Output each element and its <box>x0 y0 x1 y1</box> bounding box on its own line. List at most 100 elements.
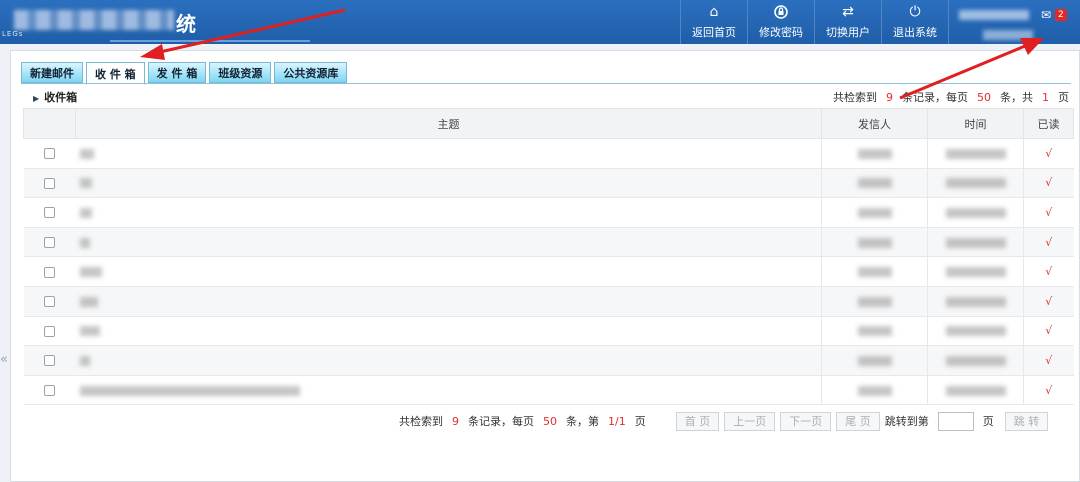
blurred-user-detail <box>983 30 1033 40</box>
summary-pages: 1 <box>1042 91 1049 104</box>
system-title-char: 统 <box>176 12 196 36</box>
tab-outbox[interactable]: 发 件 箱 <box>147 62 207 83</box>
table-header-row: 主题 发信人 时间 已读 <box>23 108 1074 139</box>
read-cell: √ <box>1023 226 1074 258</box>
row-checkbox[interactable] <box>44 148 55 160</box>
collapse-sidebar-icon[interactable]: « <box>0 352 8 367</box>
tab-inbox[interactable]: 收 件 箱 <box>86 62 145 85</box>
blurred-sender <box>857 355 892 366</box>
mail-icon[interactable]: ✉ <box>1041 8 1051 22</box>
lock-icon <box>774 4 788 22</box>
blurred-time <box>945 326 1006 337</box>
summary-total: 9 <box>886 91 893 104</box>
summary-prefix: 共检索到 <box>833 91 877 104</box>
header-read[interactable]: 已读 <box>1023 108 1074 139</box>
breadcrumb-label: 收件箱 <box>44 91 78 104</box>
last-page-button[interactable]: 尾 页 <box>836 411 880 431</box>
tab-new-mail[interactable]: 新建邮件 <box>21 62 83 83</box>
mail-tabs: 新建邮件 收 件 箱 发 件 箱 班级资源 公共资源库 <box>21 62 348 85</box>
header-subject[interactable]: 主题 <box>75 108 822 139</box>
inbox-table: 主题 发信人 时间 已读 √ √ √ √ √ √ √ √ √ <box>23 108 1074 406</box>
table-row[interactable]: √ <box>23 167 1074 199</box>
blurred-sender <box>857 148 892 159</box>
time-cell <box>927 167 1024 199</box>
subject-cell[interactable] <box>75 374 822 406</box>
table-row[interactable]: √ <box>23 197 1074 228</box>
blurred-subject <box>79 355 90 366</box>
read-checkmark: √ <box>1045 235 1053 249</box>
nav-logout-button[interactable]: ⏻ 退出系统 <box>881 0 948 44</box>
row-checkbox-cell <box>23 138 76 169</box>
jump-page-input[interactable] <box>937 411 974 431</box>
table-row[interactable]: √ <box>23 138 1074 169</box>
read-cell: √ <box>1023 374 1074 406</box>
mail-panel: 新建邮件 收 件 箱 发 件 箱 班级资源 公共资源库 ▶ 收件箱 共检索到 9 条记… <box>10 50 1080 482</box>
sender-cell <box>821 374 928 406</box>
read-cell: √ <box>1023 167 1074 199</box>
row-checkbox[interactable] <box>44 237 55 249</box>
row-checkbox[interactable] <box>44 325 55 337</box>
row-checkbox[interactable] <box>44 266 55 278</box>
read-cell: √ <box>1023 256 1074 287</box>
blurred-time <box>945 385 1006 396</box>
summary-mid: 条记录，每页 <box>902 91 968 104</box>
tab-class-resources[interactable]: 班级资源 <box>209 62 272 83</box>
next-page-button[interactable]: 下一页 <box>780 411 832 431</box>
subject-cell[interactable] <box>75 197 822 228</box>
sender-cell <box>821 226 928 258</box>
row-checkbox[interactable] <box>44 177 55 189</box>
nav-label: 修改密码 <box>759 26 803 39</box>
pager-total: 9 <box>452 414 459 428</box>
blurred-sender <box>857 207 892 218</box>
row-checkbox[interactable] <box>44 207 55 219</box>
nav-switch-user-button[interactable]: ⇄ 切换用户 <box>814 0 881 44</box>
nav-change-password-button[interactable]: 修改密码 <box>747 0 814 44</box>
subject-cell[interactable] <box>75 256 822 287</box>
unread-mail-badge: 2 <box>1055 9 1067 21</box>
time-cell <box>927 226 1024 258</box>
table-row[interactable]: √ <box>23 374 1074 406</box>
read-checkmark: √ <box>1045 294 1053 308</box>
table-row[interactable]: √ <box>23 226 1074 258</box>
blurred-subject <box>79 267 102 278</box>
table-row[interactable]: √ <box>23 345 1074 376</box>
switch-arrows-icon: ⇄ <box>842 4 854 20</box>
table-row[interactable]: √ <box>23 256 1074 287</box>
blurred-subject <box>79 385 300 396</box>
blurred-subject <box>79 237 90 248</box>
subject-cell[interactable] <box>75 138 822 169</box>
row-checkbox[interactable] <box>44 355 55 367</box>
top-header: 统 LEGs ⌂ 返回首页 修改密码 ⇄ 切换用户 ⏻ 退出系统 ✉ 2 <box>0 0 1080 44</box>
tab-public-library[interactable]: 公共资源库 <box>274 62 348 83</box>
blurred-sender <box>857 178 892 189</box>
subject-cell[interactable] <box>75 345 822 376</box>
row-checkbox[interactable] <box>44 385 55 397</box>
time-cell <box>927 256 1024 287</box>
row-checkbox[interactable] <box>44 296 55 308</box>
blurred-subject <box>79 296 98 307</box>
subject-cell[interactable] <box>75 315 822 347</box>
header-sender[interactable]: 发信人 <box>821 108 928 139</box>
row-checkbox-cell <box>23 226 76 258</box>
header-select <box>23 108 76 139</box>
prev-page-button[interactable]: 上一页 <box>724 411 776 431</box>
header-time[interactable]: 时间 <box>927 108 1024 139</box>
row-checkbox-cell <box>23 315 76 347</box>
jump-label: 跳转到第 <box>884 415 929 428</box>
read-cell: √ <box>1023 285 1074 317</box>
table-row[interactable]: √ <box>23 285 1074 317</box>
blurred-sender <box>857 267 892 278</box>
table-row[interactable]: √ <box>23 315 1074 347</box>
user-info[interactable]: ✉ 2 <box>948 0 1080 44</box>
nav-label: 切换用户 <box>826 26 870 39</box>
read-checkmark: √ <box>1045 205 1053 219</box>
jump-button[interactable]: 跳 转 <box>1004 411 1049 431</box>
subject-cell[interactable] <box>75 285 822 317</box>
subject-cell[interactable] <box>75 167 822 199</box>
blurred-subject <box>79 326 100 337</box>
subject-cell[interactable] <box>75 226 822 258</box>
tab-divider <box>21 83 1071 84</box>
first-page-button[interactable]: 首 页 <box>675 411 720 431</box>
nav-home-button[interactable]: ⌂ 返回首页 <box>680 0 747 44</box>
breadcrumb: ▶ 收件箱 <box>33 89 77 105</box>
